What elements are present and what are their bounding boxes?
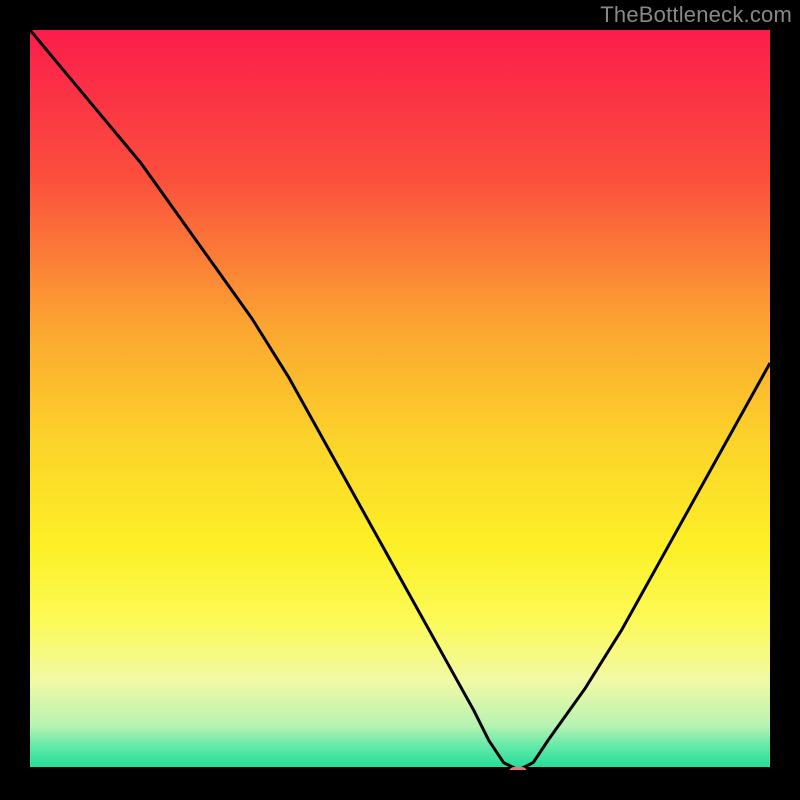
plot-frame bbox=[30, 30, 770, 770]
plot-area bbox=[30, 30, 770, 770]
chart-container: TheBottleneck.com bbox=[0, 0, 800, 800]
watermark-label: TheBottleneck.com bbox=[600, 2, 792, 28]
curve-path bbox=[30, 30, 770, 770]
optimal-point-marker bbox=[509, 767, 527, 770]
bottleneck-curve bbox=[30, 30, 770, 770]
x-axis-line bbox=[30, 767, 770, 770]
